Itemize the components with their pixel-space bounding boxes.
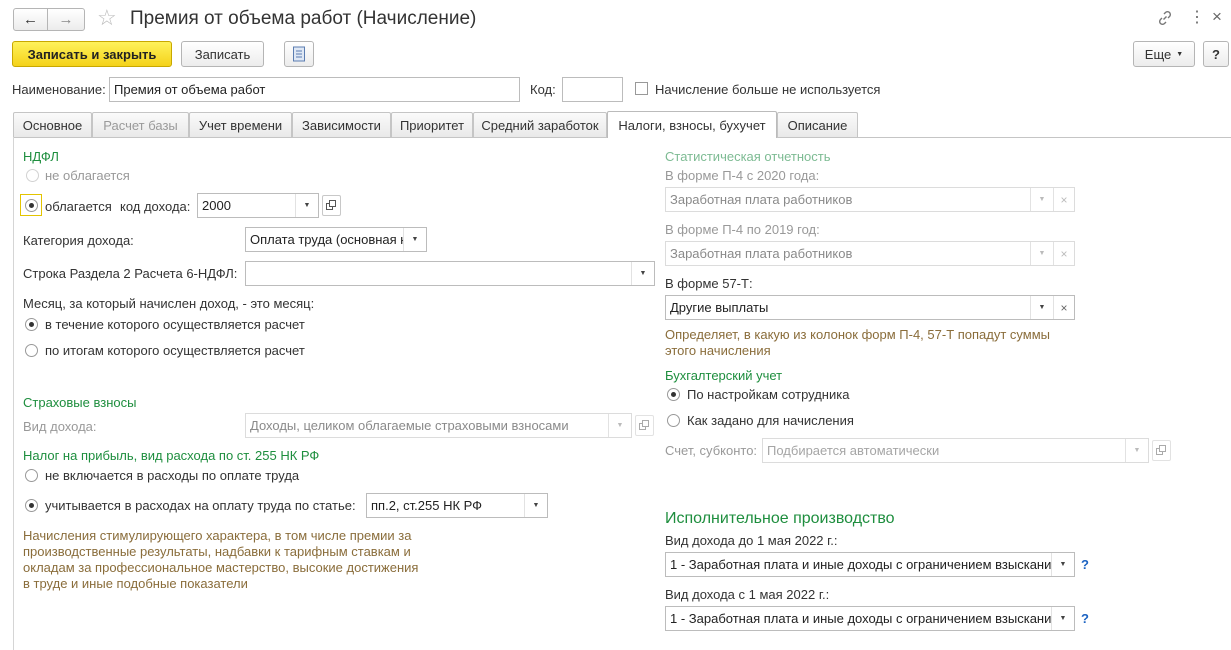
code-label: Код:	[530, 82, 556, 97]
accounting-opt1-radio[interactable]	[667, 388, 680, 401]
dropdown-icon[interactable]: ▼	[1030, 296, 1053, 319]
unused-checkbox[interactable]	[635, 82, 648, 95]
tab-dependencies[interactable]: Зависимости	[292, 112, 391, 137]
tab-priority[interactable]: Приоритет	[391, 112, 473, 137]
forward-button[interactable]: →	[47, 8, 85, 31]
month-opt2-label: по итогам которого осуществляется расчет	[45, 343, 305, 358]
account-label: Счет, субконто:	[665, 443, 758, 458]
dropdown-icon[interactable]: ▼	[631, 262, 654, 285]
tab-line-right	[777, 137, 1231, 138]
ndfl-title: НДФЛ	[23, 149, 59, 164]
tab-line-left	[13, 137, 607, 138]
save-close-button[interactable]: Записать и закрыть	[12, 41, 172, 67]
account-field[interactable]: Подбирается автоматически ▼	[762, 438, 1149, 463]
accounting-title: Бухгалтерский учет	[665, 368, 783, 383]
p4-2019-field[interactable]: Заработная плата работников ▼ ×	[665, 241, 1075, 266]
taxed-radio[interactable]	[25, 199, 38, 212]
dropdown-icon[interactable]: ▼	[1030, 242, 1053, 265]
month-label: Месяц, за который начислен доход, - это …	[23, 296, 315, 311]
ndfl-line-field[interactable]: ▼	[245, 261, 655, 286]
month-opt1-radio[interactable]	[25, 318, 38, 331]
panel-border-left	[13, 137, 14, 650]
dropdown-icon[interactable]: ▼	[1051, 607, 1074, 630]
save-button[interactable]: Записать	[181, 41, 264, 67]
insurance-title: Страховые взносы	[23, 395, 137, 410]
dropdown-icon[interactable]: ▼	[1051, 553, 1074, 576]
tab-taxes[interactable]: Налоги, взносы, бухучет	[607, 111, 777, 138]
insurance-income-field[interactable]: Доходы, целиком облагаемые страховыми вз…	[245, 413, 632, 438]
chevron-down-icon: ▼	[1176, 50, 1184, 58]
before-help-icon[interactable]: ?	[1081, 557, 1089, 572]
tab-average-earnings[interactable]: Средний заработок	[473, 112, 607, 137]
more-vertical-icon[interactable]: ⋮	[1189, 8, 1205, 28]
report-button[interactable]	[284, 41, 314, 67]
month-opt1-label: в течение которого осуществляется расчет	[45, 317, 305, 332]
profit-tax-note: Начисления стимулирующего характера, в т…	[23, 528, 419, 591]
name-label: Наименование:	[12, 82, 106, 97]
profit-tax-title: Налог на прибыль, вид расхода по ст. 255…	[23, 448, 320, 463]
code-field[interactable]	[562, 77, 623, 102]
f57-field[interactable]: Другие выплаты ▼ ×	[665, 295, 1075, 320]
help-button[interactable]: ?	[1203, 41, 1229, 67]
profit-opt2-label: учитывается в расходах на оплату труда п…	[45, 498, 356, 513]
ndfl-line-label: Строка Раздела 2 Расчета 6-НДФЛ:	[23, 266, 238, 281]
unused-label: Начисление больше не используется	[655, 82, 881, 97]
dropdown-icon[interactable]: ▼	[608, 414, 631, 437]
dropdown-icon[interactable]: ▼	[1030, 188, 1053, 211]
p4-2020-label: В форме П-4 с 2020 года:	[665, 168, 820, 183]
open-icon[interactable]	[1152, 440, 1171, 461]
profit-opt1-radio[interactable]	[25, 469, 38, 482]
dropdown-icon[interactable]: ▼	[524, 494, 547, 517]
insurance-income-label: Вид дохода:	[23, 419, 97, 434]
not-taxed-radio[interactable]	[26, 169, 39, 182]
month-opt2-radio[interactable]	[25, 344, 38, 357]
name-field[interactable]: Премия от объема работ	[109, 77, 520, 102]
before-field[interactable]: 1 - Заработная плата и иные доходы с огр…	[665, 552, 1075, 577]
enforcement-title: Исполнительное производство	[665, 510, 895, 527]
after-help-icon[interactable]: ?	[1081, 611, 1089, 626]
income-code-label: код дохода:	[120, 199, 191, 214]
taxed-label: облагается	[45, 199, 112, 214]
accounting-opt1-label: По настройкам сотрудника	[687, 387, 850, 402]
dropdown-icon[interactable]: ▼	[295, 194, 318, 217]
after-field[interactable]: 1 - Заработная плата и иные доходы с огр…	[665, 606, 1075, 631]
f57-label: В форме 57-Т:	[665, 276, 753, 291]
tab-main[interactable]: Основное	[13, 112, 92, 137]
before-label: Вид дохода до 1 мая 2022 г.:	[665, 533, 838, 548]
more-button[interactable]: Еще ▼	[1133, 41, 1195, 67]
arrow-left-icon: ←	[23, 11, 38, 28]
not-taxed-label: не облагается	[45, 168, 130, 183]
clear-icon[interactable]: ×	[1053, 188, 1074, 211]
accounting-opt2-radio[interactable]	[667, 414, 680, 427]
back-button[interactable]: ←	[13, 8, 48, 31]
profit-opt1-label: не включается в расходы по оплате труда	[45, 468, 300, 483]
p4-2019-label: В форме П-4 по 2019 год:	[665, 222, 820, 237]
close-icon[interactable]: ×	[1212, 7, 1222, 27]
open-icon[interactable]	[322, 195, 341, 216]
document-list-icon	[293, 46, 305, 62]
tab-description[interactable]: Описание	[777, 112, 858, 137]
dropdown-icon[interactable]: ▼	[403, 228, 426, 251]
open-icon[interactable]	[635, 415, 654, 436]
accounting-opt2-label: Как задано для начисления	[687, 413, 854, 428]
tab-base[interactable]: Расчет базы	[92, 112, 189, 137]
star-icon[interactable]: ☆	[97, 6, 117, 30]
stats-title: Статистическая отчетность	[665, 149, 831, 164]
profit-opt2-radio[interactable]	[25, 499, 38, 512]
clear-icon[interactable]: ×	[1053, 296, 1074, 319]
dropdown-icon[interactable]: ▼	[1125, 439, 1148, 462]
category-label: Категория дохода:	[23, 233, 134, 248]
stats-note: Определяет, в какую из колонок форм П-4,…	[665, 327, 1051, 358]
clear-icon[interactable]: ×	[1053, 242, 1074, 265]
tab-time[interactable]: Учет времени	[189, 112, 292, 137]
category-field[interactable]: Оплата труда (основная н ▼	[245, 227, 427, 252]
arrow-right-icon: →	[58, 11, 74, 28]
income-code-field[interactable]: 2000 ▼	[197, 193, 319, 218]
after-label: Вид дохода с 1 мая 2022 г.:	[665, 587, 830, 602]
link-icon[interactable]	[1156, 9, 1174, 27]
page-title: Премия от объема работ (Начисление)	[130, 8, 477, 29]
p4-2020-field[interactable]: Заработная плата работников ▼ ×	[665, 187, 1075, 212]
article-field[interactable]: пп.2, ст.255 НК РФ ▼	[366, 493, 548, 518]
